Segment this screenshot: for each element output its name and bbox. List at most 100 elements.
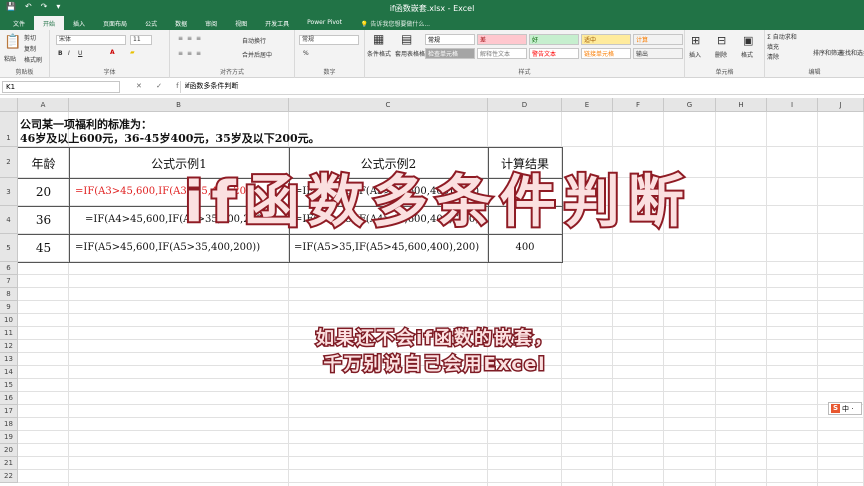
row-header-3[interactable]: 3 (0, 178, 18, 206)
format-cells-icon[interactable]: ▣ (743, 34, 753, 47)
tab-page-layout[interactable]: 页面布局 (94, 16, 136, 30)
column-header-i[interactable]: I (767, 98, 818, 112)
row-header-16[interactable]: 16 (0, 392, 18, 405)
row-header-14[interactable]: 14 (0, 366, 18, 379)
gridline (18, 313, 864, 314)
format-painter-button[interactable]: 格式刷 (24, 55, 42, 64)
cell-style-option[interactable]: 计算 (633, 34, 683, 45)
percent-button[interactable]: % (303, 50, 309, 57)
sheet-title-line2[interactable]: 46岁及以上600元，36-45岁400元，35岁及以下200元。 (20, 130, 320, 146)
fill-button[interactable]: 填充 (767, 42, 779, 51)
row-header-1[interactable]: 1 (0, 112, 18, 147)
merge-center-button[interactable]: 合并后居中 (242, 50, 272, 59)
column-header-a[interactable]: A (18, 98, 69, 112)
row-header-9[interactable]: 9 (0, 301, 18, 314)
row-header-22[interactable]: 22 (0, 470, 18, 483)
column-header-c[interactable]: C (289, 98, 488, 112)
row-header-13[interactable]: 13 (0, 353, 18, 366)
cell-style-option[interactable]: 差 (477, 34, 527, 45)
font-size-select[interactable]: 11 (130, 35, 152, 45)
copy-button[interactable]: 复制 (24, 44, 36, 53)
formula1-cell[interactable]: =IF(A5>45,600,IF(A5>35,400,200)) (75, 242, 260, 253)
conditional-format-icon[interactable]: ▦ (373, 32, 384, 46)
row-header-17[interactable]: 17 (0, 405, 18, 418)
tab-data[interactable]: 数据 (166, 16, 196, 30)
result-cell[interactable]: 400 (488, 242, 562, 253)
row-header-4[interactable]: 4 (0, 206, 18, 234)
select-all-corner[interactable] (0, 98, 18, 112)
italic-button[interactable]: I (68, 50, 70, 57)
tab-file[interactable]: 文件 (4, 16, 34, 30)
tab-power-pivot[interactable]: Power Pivot (298, 16, 351, 30)
row-header-11[interactable]: 11 (0, 327, 18, 340)
row-header-6[interactable]: 6 (0, 262, 18, 275)
tab-formulas[interactable]: 公式 (136, 16, 166, 30)
cell-style-option[interactable]: 解释性文本 (477, 48, 527, 59)
cell-style-option[interactable]: 检查单元格 (425, 48, 475, 59)
align-left-icon[interactable]: ≡≡≡ (178, 50, 205, 57)
row-header-20[interactable]: 20 (0, 444, 18, 457)
column-header-b[interactable]: B (69, 98, 289, 112)
row-header-7[interactable]: 7 (0, 275, 18, 288)
bold-button[interactable]: B (58, 50, 63, 57)
cell-style-option[interactable]: 警告文本 (529, 48, 579, 59)
tab-view[interactable]: 视图 (226, 16, 256, 30)
column-header-g[interactable]: G (664, 98, 716, 112)
cell-style-option[interactable]: 输出 (633, 48, 683, 59)
row-header-15[interactable]: 15 (0, 379, 18, 392)
gridline (18, 274, 864, 275)
font-color-icon[interactable]: A (110, 49, 115, 56)
cut-button[interactable]: 剪切 (24, 33, 36, 42)
underline-button[interactable]: U (78, 50, 82, 57)
age-cell[interactable]: 36 (18, 213, 69, 227)
row-header-19[interactable]: 19 (0, 431, 18, 444)
number-format-select[interactable]: 常规 (299, 35, 359, 45)
row-header-8[interactable]: 8 (0, 288, 18, 301)
table-format-icon[interactable]: ▤ (401, 32, 412, 46)
insert-button[interactable]: 插入 (689, 50, 701, 59)
delete-button[interactable]: 删除 (715, 50, 727, 59)
row-header-10[interactable]: 10 (0, 314, 18, 327)
insert-cells-icon[interactable]: ⊞ (691, 34, 700, 47)
header-age[interactable]: 年龄 (18, 155, 69, 172)
cell-style-option[interactable]: 链接单元格 (581, 48, 631, 59)
column-header-e[interactable]: E (562, 98, 613, 112)
tab-review[interactable]: 审阅 (196, 16, 226, 30)
cell-style-option[interactable]: 适中 (581, 34, 631, 45)
tab-home[interactable]: 开始 (34, 16, 65, 30)
wrap-text-button[interactable]: 自动换行 (242, 36, 266, 45)
row-header-5[interactable]: 5 (0, 234, 18, 262)
cell-style-option[interactable]: 好 (529, 34, 579, 45)
tell-me-box[interactable]: 💡 告诉我您想要做什么... (351, 16, 430, 30)
paste-button[interactable]: 粘贴 (4, 54, 16, 63)
row-header-21[interactable]: 21 (0, 457, 18, 470)
ime-toolbar[interactable]: S 中 · (828, 402, 862, 415)
row-header-12[interactable]: 12 (0, 340, 18, 353)
font-name-select[interactable]: 宋体 (56, 35, 126, 45)
find-select-button[interactable]: 查找和选择 (839, 48, 864, 57)
column-header-f[interactable]: F (613, 98, 664, 112)
row-header-2[interactable]: 2 (0, 147, 18, 178)
row-header-18[interactable]: 18 (0, 418, 18, 431)
age-cell[interactable]: 20 (18, 185, 69, 199)
column-header-d[interactable]: D (488, 98, 562, 112)
cell-style-option[interactable]: 常规 (425, 34, 475, 45)
clipboard-label: 剪贴板 (15, 69, 34, 76)
format-button[interactable]: 格式 (741, 50, 753, 59)
column-header-h[interactable]: H (716, 98, 767, 112)
column-header-j[interactable]: J (818, 98, 864, 112)
tab-insert[interactable]: 插入 (64, 16, 94, 30)
clear-button[interactable]: 清除 (767, 52, 779, 61)
align-top-icon[interactable]: ≡≡≡ (178, 35, 205, 42)
formula-input[interactable]: if函数多条件判断 (180, 81, 860, 93)
paste-icon[interactable]: 📋 (4, 34, 21, 50)
delete-cells-icon[interactable]: ⊟ (717, 34, 726, 47)
autosum-button[interactable]: Σ 自动求和 (767, 32, 797, 41)
formula2-cell[interactable]: =IF(A5>35,IF(A5>45,600,400),200) (294, 242, 479, 253)
tab-developer[interactable]: 开发工具 (256, 16, 298, 30)
cells-group: ⊞ 插入 ⊟ 删除 ▣ 格式 单元格 (685, 30, 765, 78)
age-cell[interactable]: 45 (18, 241, 69, 255)
fill-color-icon[interactable]: ▰ (130, 49, 135, 56)
name-box[interactable]: K1 (2, 81, 120, 93)
conditional-format-button[interactable]: 条件格式 (367, 49, 391, 58)
